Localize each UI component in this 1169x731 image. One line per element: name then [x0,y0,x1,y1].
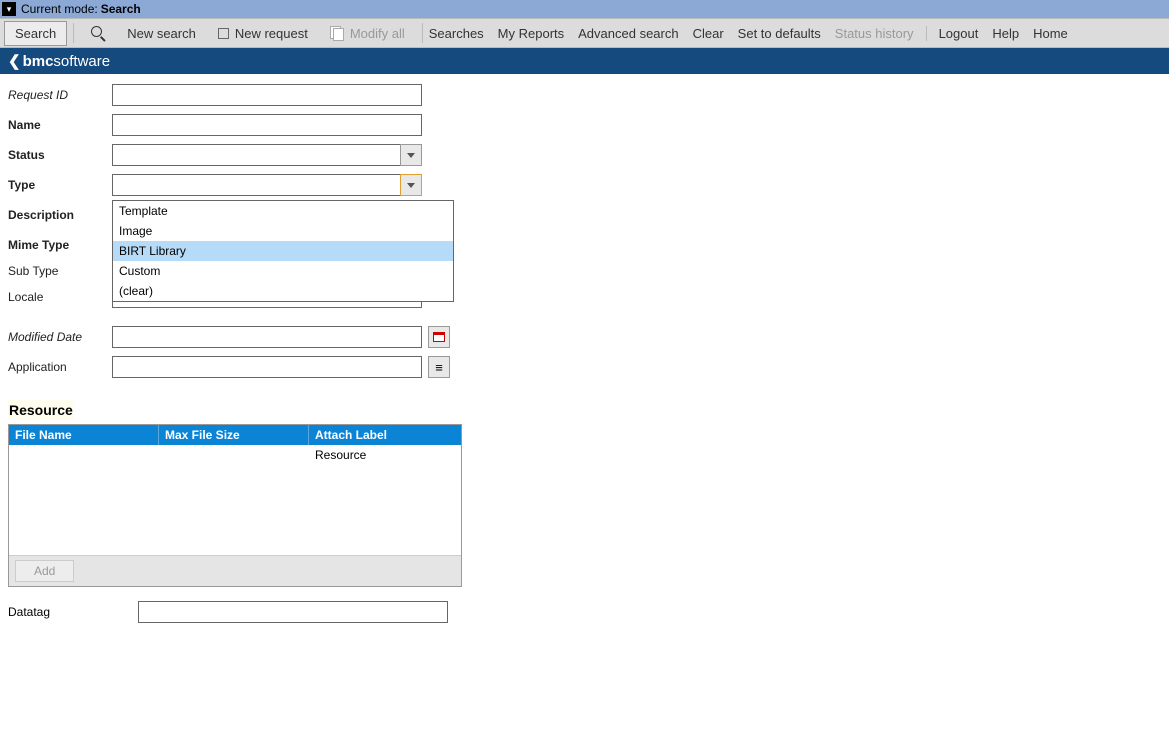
status-dropdown-button[interactable] [400,144,422,166]
label-request-id: Request ID [8,88,112,102]
type-dropdown-display[interactable] [112,174,400,196]
type-option-clear[interactable]: (clear) [113,281,453,301]
advanced-search-link[interactable]: Advanced search [578,26,678,41]
mode-label-prefix: Current mode: [21,2,98,16]
search-button[interactable]: Search [4,21,67,46]
label-sub-type: Sub Type [8,264,112,278]
new-request-button[interactable]: New request [207,21,319,46]
input-datatag[interactable] [138,601,448,623]
row-application: Application ≡ [8,356,1161,378]
type-option-custom[interactable]: Custom [113,261,453,281]
new-search-label: New search [127,26,196,41]
searches-link[interactable]: Searches [429,26,484,41]
row-type: Type [8,174,1161,196]
table-row[interactable]: Resource [9,445,461,465]
square-icon [218,28,229,39]
toolbar-separator [422,23,423,43]
input-application[interactable] [112,356,422,378]
logout-link[interactable]: Logout [939,26,979,41]
toolbar-separator [73,23,74,43]
magnifier-icon [91,26,105,40]
input-request-id[interactable] [112,84,422,106]
logo-bar: ❮ bmcsoftware [0,48,1169,74]
row-name: Name [8,114,1161,136]
col-attach-label[interactable]: Attach Label [309,425,461,445]
resource-table: File Name Max File Size Attach Label Res… [8,424,462,587]
input-modified-date[interactable] [112,326,422,348]
modify-all-button: Modify all [319,21,416,46]
type-dropdown[interactable] [112,174,422,196]
type-option-template[interactable]: Template [113,201,453,221]
home-link[interactable]: Home [1033,26,1068,41]
chevron-down-icon [407,183,415,188]
logo-chevron-icon: ❮ [8,52,21,70]
type-option-image[interactable]: Image [113,221,453,241]
toolbar: Search New search New request Modify all… [0,18,1169,48]
toolbar-link-group: Searches My Reports Advanced search Clea… [429,26,914,41]
calendar-icon [433,332,445,342]
input-name[interactable] [112,114,422,136]
label-name: Name [8,118,112,132]
form-area: Request ID Name Status Type Template Ima… [0,74,1169,643]
new-search-button[interactable]: New search [116,21,207,46]
col-max-file-size[interactable]: Max File Size [159,425,309,445]
status-dropdown-display[interactable] [112,144,400,166]
application-menu-button[interactable]: ≡ [428,356,450,378]
type-option-birt-library[interactable]: BIRT Library [113,241,453,261]
type-dropdown-list: Template Image BIRT Library Custom (clea… [112,200,454,302]
label-datatag: Datatag [8,605,138,619]
cell-attach-label: Resource [309,445,461,465]
new-request-label: New request [235,26,308,41]
status-history-link: Status history [835,26,914,41]
modified-date-calendar-button[interactable] [428,326,450,348]
help-link[interactable]: Help [992,26,1019,41]
row-datatag: Datatag [8,601,1161,623]
row-status: Status [8,144,1161,166]
copy-icon [330,26,344,40]
resource-table-footer: Add [9,555,461,586]
cell-max-size [159,445,309,465]
resource-table-header: File Name Max File Size Attach Label [9,425,461,445]
modify-all-label: Modify all [350,26,405,41]
label-locale: Locale [8,290,112,304]
clear-link[interactable]: Clear [693,26,724,41]
row-request-id: Request ID [8,84,1161,106]
my-reports-link[interactable]: My Reports [498,26,564,41]
chevron-down-icon [407,153,415,158]
mode-bar: ▾ Current mode: Search [0,0,1169,18]
magnifier-button[interactable] [80,21,116,45]
status-dropdown[interactable] [112,144,422,166]
col-file-name[interactable]: File Name [9,425,159,445]
label-modified-date: Modified Date [8,330,112,344]
logo-bmc: bmc [23,53,54,70]
row-modified-date: Modified Date [8,326,1161,348]
search-button-label: Search [15,26,56,41]
logo-software: software [53,53,110,70]
label-application: Application [8,360,112,374]
resource-table-body: Resource [9,445,461,555]
set-defaults-link[interactable]: Set to defaults [738,26,821,41]
mode-dropdown-icon[interactable]: ▾ [2,2,16,16]
mode-label-value: Search [101,2,141,16]
label-mime-type: Mime Type [8,238,112,252]
label-status: Status [8,148,112,162]
resource-section-title: Resource [8,400,74,420]
add-button: Add [15,560,74,582]
label-description: Description [8,208,112,222]
type-dropdown-button[interactable] [400,174,422,196]
cell-file-name [9,445,159,465]
label-type: Type [8,178,112,192]
toolbar-right-group: Logout Help Home [926,26,1068,41]
